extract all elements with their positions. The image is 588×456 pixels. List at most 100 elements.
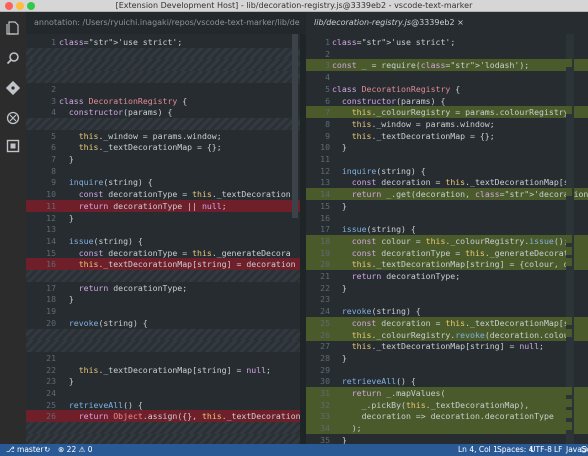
tab-decoration-registry[interactable]: lib/decoration-registry.js@3339eb2 ×: [306, 12, 588, 34]
code-line[interactable]: 12 }: [26, 212, 300, 224]
explorer-icon[interactable]: [5, 20, 21, 36]
code-line[interactable]: 19: [26, 305, 300, 317]
code-line[interactable]: [26, 117, 300, 130]
code-line[interactable]: 33 decoration => decoration.decorationTy…: [306, 410, 588, 423]
code-line[interactable]: 12 inquire(string) {: [306, 165, 588, 177]
code-line[interactable]: 31 return _.mapValues(: [306, 387, 588, 399]
code-line[interactable]: [26, 433, 300, 444]
code-line[interactable]: 25 retrieveAll() {: [26, 399, 300, 411]
code-line[interactable]: 2: [306, 48, 588, 60]
code-line[interactable]: 7 }: [26, 153, 300, 165]
branch-indicator[interactable]: ⎇ master: [6, 444, 43, 456]
code-line[interactable]: [26, 340, 300, 353]
code-line[interactable]: 30 retrieveAll() {: [306, 375, 588, 387]
code-line[interactable]: 11 return decorationType || null;: [26, 199, 300, 212]
code-line[interactable]: 16 this._textDecorationMap[string] = dec…: [26, 258, 300, 271]
code-line[interactable]: 9 this._textDecorationMap = {};: [306, 130, 588, 142]
sync-icon[interactable]: ↻: [44, 444, 50, 456]
code-line[interactable]: 3 const _ = require(class="str">'lodash')…: [306, 59, 588, 72]
code-line[interactable]: 25 const decoration = this._textDecorati…: [306, 316, 588, 329]
code-line[interactable]: 10 const decorationType = this._textDeco…: [26, 188, 300, 200]
code-line[interactable]: 19 const decorationType = this._generate…: [306, 246, 588, 259]
code-line[interactable]: 20 this._textDecorationMap[string] = {co…: [306, 258, 588, 271]
code-line[interactable]: 23 }: [26, 375, 300, 387]
code-line[interactable]: 20 revoke(string) {: [26, 317, 300, 329]
cursor-position[interactable]: Ln 4, Col 1: [458, 444, 498, 456]
line-number: 14: [320, 189, 330, 200]
code-line[interactable]: 10 }: [306, 141, 588, 153]
code-line[interactable]: 2: [26, 83, 300, 95]
code-line[interactable]: 22 }: [306, 282, 588, 294]
code-line[interactable]: 17 issue(string) {: [306, 223, 588, 235]
code-line[interactable]: 35 }: [306, 434, 588, 444]
code-line[interactable]: 9 inquire(string) {: [26, 176, 300, 188]
line-number: 22: [46, 364, 56, 375]
code-text: constructor(params) {: [341, 95, 446, 106]
code-line[interactable]: 15 const decorationType = this._generate…: [26, 247, 300, 259]
code-line[interactable]: 6 this._textDecorationMap = {};: [26, 141, 300, 153]
code-line[interactable]: 3 class DecorationRegistry {: [26, 95, 300, 107]
code-line[interactable]: 24: [26, 387, 300, 399]
code-line[interactable]: 8 this._window = params.window;: [306, 118, 588, 130]
code-line[interactable]: 16: [306, 212, 588, 224]
problems-indicator[interactable]: ⊗ 22 ⚠ 0: [58, 444, 93, 456]
code-line[interactable]: 14 return _.get(decoration, class="str">…: [306, 188, 588, 201]
code-line[interactable]: 21 return decorationType;: [306, 270, 588, 282]
code-line[interactable]: 18 const colour = this._colourRegistry.i…: [306, 234, 588, 247]
code-line[interactable]: 1 class="str">'use strict';: [306, 36, 588, 48]
code-line[interactable]: 5 class DecorationRegistry {: [306, 83, 588, 95]
branch-name: master: [17, 445, 44, 454]
line-number: 6: [51, 142, 56, 153]
eol-status[interactable]: LF: [554, 444, 563, 456]
code-text: const decorationType = this._generateDec…: [351, 247, 569, 258]
code-line[interactable]: 8: [26, 165, 300, 177]
code-line[interactable]: 22 this._textDecorationMap[string] = nul…: [26, 364, 300, 376]
code-line[interactable]: 27 this._textDecorationMap[string] = nul…: [306, 340, 588, 352]
code-line[interactable]: [26, 270, 300, 282]
code-line[interactable]: [26, 59, 300, 72]
code-line[interactable]: 13 const decoration = this._textDecorati…: [306, 176, 588, 188]
code-line[interactable]: 32 _.pickBy(this._textDecorationMap),: [306, 398, 588, 411]
code-line[interactable]: 17 return decorationType;: [26, 282, 300, 294]
source-editor-pane[interactable]: 1 class="str">'use strict'; 2 3 const _ = re…: [306, 34, 588, 444]
code-line[interactable]: 18 }: [26, 293, 300, 305]
code-line[interactable]: 6 constructor(params) {: [306, 95, 588, 107]
code-text: }: [332, 200, 347, 211]
encoding-status[interactable]: UTF-8: [530, 444, 552, 456]
code-line[interactable]: 1 class="str">'use strict';: [26, 36, 300, 48]
right-scrollbar[interactable]: [566, 34, 574, 444]
code-line[interactable]: 26 return Object.assign({}, this._textDe…: [26, 410, 300, 423]
code-line[interactable]: 14 issue(string) {: [26, 235, 300, 247]
git-icon[interactable]: [5, 80, 21, 96]
code-line[interactable]: 13: [26, 223, 300, 235]
tab-annotation[interactable]: annotation: /Users/ryuichi.inagaki/repos…: [26, 12, 300, 34]
code-line[interactable]: 29: [306, 364, 588, 376]
code-line[interactable]: 34 );: [306, 422, 588, 435]
annotation-editor-pane[interactable]: 1 class="str">'use strict'; 2 3 class Decora…: [26, 34, 300, 444]
code-line[interactable]: [26, 47, 300, 60]
line-number: 9: [325, 130, 330, 141]
indentation-status[interactable]: Spaces: 4: [497, 444, 533, 456]
left-scrollbar-thumb[interactable]: [292, 34, 298, 218]
code-line[interactable]: [26, 422, 300, 435]
code-line[interactable]: 7 this._colourRegistry = params.colourRe…: [306, 106, 588, 119]
code-line[interactable]: 5 this._window = params.window;: [26, 130, 300, 142]
code-line[interactable]: 4: [306, 71, 588, 83]
code-line[interactable]: 23: [306, 293, 588, 305]
code-line[interactable]: 28 }: [306, 352, 588, 364]
window-titlebar: [Extension Development Host] - lib/decor…: [0, 0, 588, 12]
code-line[interactable]: 11: [306, 153, 588, 165]
feedback-icon[interactable]: ☺: [580, 444, 588, 456]
code-line[interactable]: 24 revoke(string) {: [306, 305, 588, 317]
code-text: retrieveAll() {: [68, 399, 143, 410]
extensions-icon[interactable]: [5, 138, 21, 154]
code-line[interactable]: [26, 328, 300, 341]
line-number: 15: [46, 247, 56, 258]
code-line[interactable]: 26 this._colourRegistry.revoke(decoratio…: [306, 328, 588, 341]
code-line[interactable]: 15 }: [306, 200, 588, 212]
search-icon[interactable]: [5, 50, 21, 66]
code-line[interactable]: 4 constructor(params) {: [26, 106, 300, 118]
code-line[interactable]: [26, 71, 300, 84]
code-line[interactable]: 21: [26, 352, 300, 364]
debug-icon[interactable]: [5, 110, 21, 126]
